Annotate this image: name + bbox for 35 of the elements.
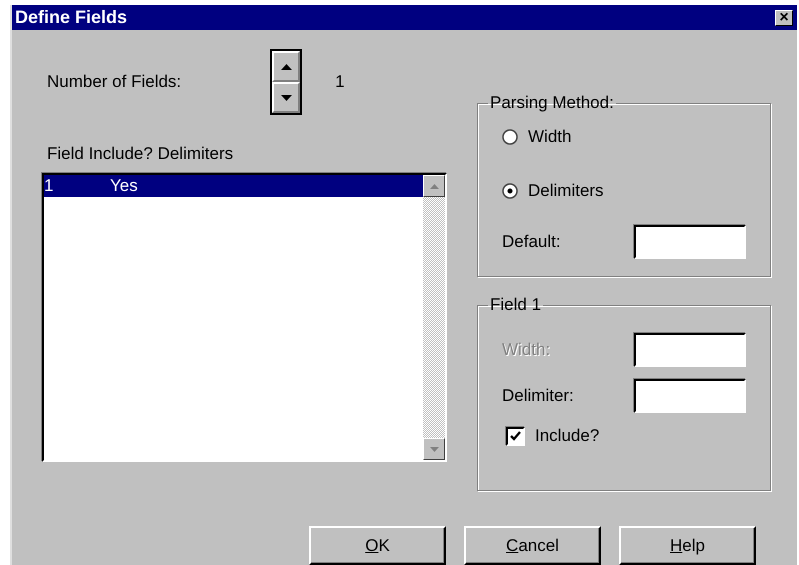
down-triangle-icon	[280, 94, 292, 100]
radio-label: Width	[528, 127, 572, 147]
group-title: Parsing Method:	[489, 93, 615, 113]
dialog-button[interactable]: Cancel	[464, 526, 601, 565]
field-label: Width:	[502, 340, 550, 360]
dialog-button[interactable]: Help	[619, 526, 756, 565]
dialog-button[interactable]: OK	[309, 526, 446, 565]
input-field[interactable]	[634, 225, 746, 259]
list-cell-text: 1	[44, 176, 54, 196]
checkbox-label: Include?	[535, 426, 600, 446]
scrollbar[interactable]	[423, 175, 445, 460]
spin-up-button[interactable]	[272, 51, 300, 82]
radio-icon[interactable]	[502, 129, 518, 145]
field-label: Default:	[502, 232, 561, 252]
close-button[interactable]: ×	[775, 10, 793, 26]
up-triangle-icon	[430, 184, 438, 188]
checkmark-icon	[510, 431, 521, 441]
input-field[interactable]	[634, 379, 746, 413]
scroll-down-button[interactable]	[423, 438, 445, 460]
list-header: Field Include? Delimiters	[47, 144, 234, 164]
spinner[interactable]	[270, 49, 302, 115]
list-row[interactable]: 1 Yes	[44, 175, 423, 197]
list-cell-text: Yes	[110, 176, 139, 196]
spin-down-button[interactable]	[272, 82, 300, 113]
field-label: Number of Fields:	[47, 72, 182, 92]
field-label: Delimiter:	[502, 386, 574, 406]
window-title: Define Fields	[15, 7, 128, 28]
down-triangle-icon	[430, 446, 438, 452]
radio-selected-icon[interactable]	[502, 183, 518, 199]
up-triangle-icon	[280, 64, 292, 70]
radio-label: Delimiters	[528, 181, 604, 201]
group-title: Field 1	[489, 295, 542, 315]
checkbox[interactable]	[506, 426, 525, 446]
field-count: 1	[335, 72, 345, 92]
scroll-up-button[interactable]	[423, 175, 445, 197]
